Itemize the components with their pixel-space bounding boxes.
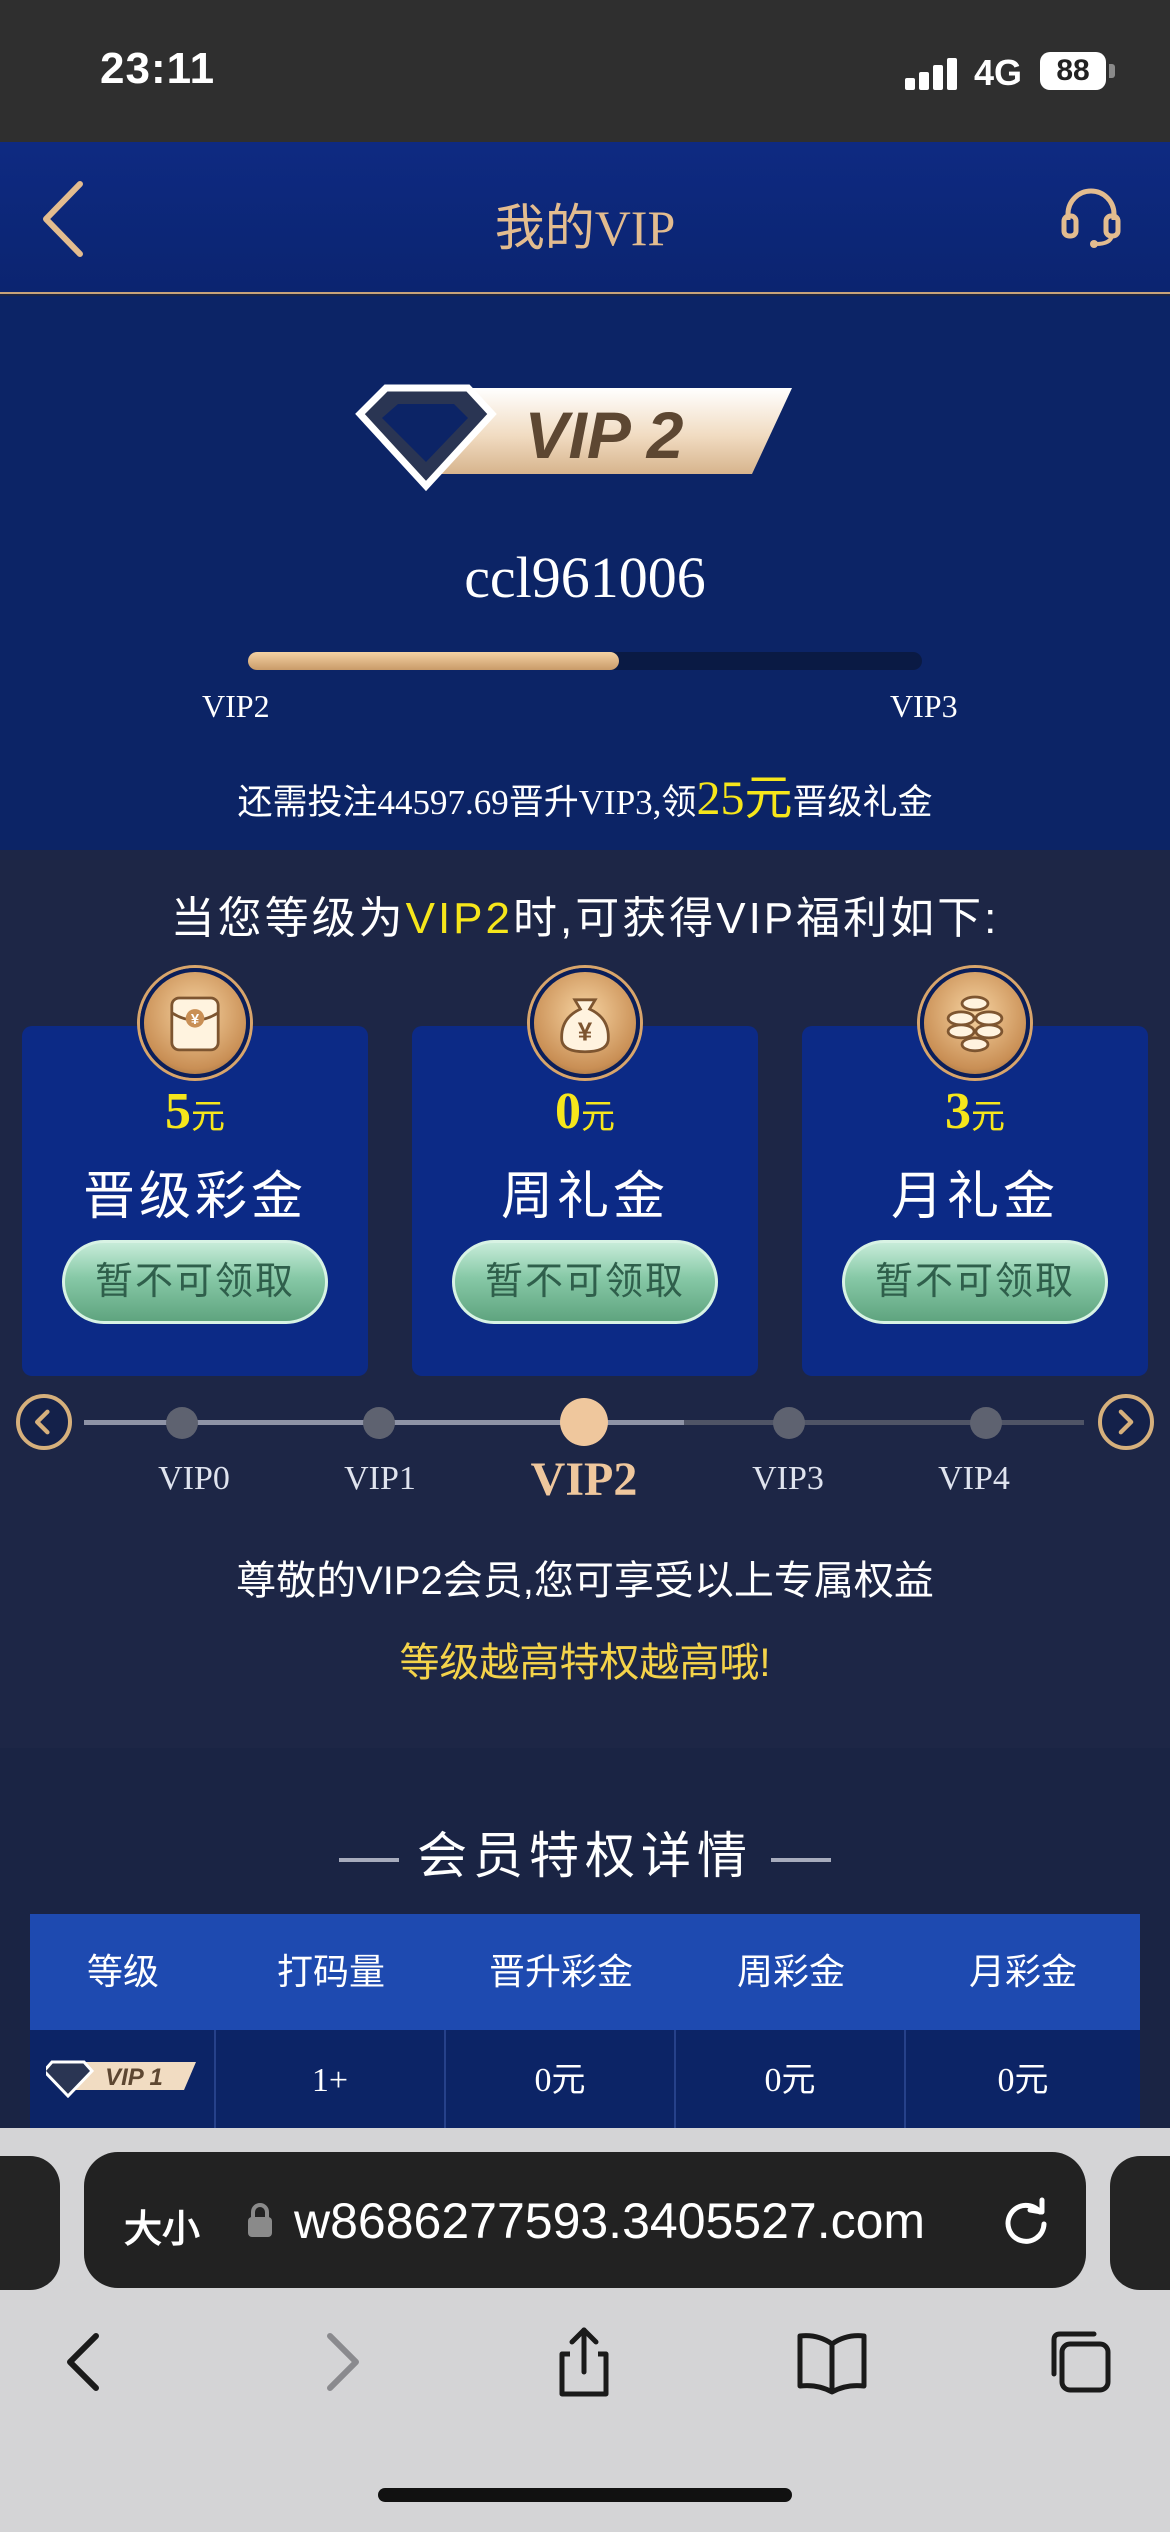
vip-badge-label: VIP 2 <box>525 398 684 472</box>
table-cell: 0元 <box>446 2030 676 2132</box>
lock-icon <box>248 2203 272 2237</box>
chevron-left-circle-icon[interactable] <box>16 1394 72 1450</box>
red-envelope-icon: ¥ <box>140 968 250 1078</box>
table-header: 等级 打码量 晋升彩金 周彩金 月彩金 <box>30 1914 1140 2030</box>
benefit-card-weekly: ¥ 0元 周礼金 暂不可领取 <box>412 968 758 1376</box>
svg-text:¥: ¥ <box>191 1012 200 1028</box>
column-header: 月彩金 <box>968 1951 1077 1992</box>
benefit-card-monthly: 3元 月礼金 暂不可领取 <box>802 968 1148 1376</box>
signal-icon <box>905 56 961 90</box>
column-header: 打码量 <box>276 1951 385 1992</box>
previous-tab[interactable] <box>0 2156 60 2290</box>
status-time: 23:11 <box>100 44 216 93</box>
upgrade-suffix: 晋级礼金 <box>792 783 933 822</box>
page-title: 我的VIP <box>494 200 676 256</box>
privilege-detail-title: 会员特权详情 <box>0 1816 1170 1888</box>
username: ccl961006 <box>464 545 706 610</box>
privilege-detail-title-text: 会员特权详情 <box>417 1828 753 1884</box>
coin-stack-icon <box>920 968 1030 1078</box>
title-dash-left <box>339 1857 399 1862</box>
upgrade-amount: 25元 <box>696 772 793 825</box>
money-bag-icon: ¥ <box>530 968 640 1078</box>
level-label-vip3[interactable]: VIP3 <box>708 1460 868 1498</box>
benefit-label: 周礼金 <box>500 1168 669 1226</box>
level-label-vip2[interactable]: VIP2 <box>504 1452 664 1507</box>
upgrade-requirement: 还需投注44597.69晋升VIP3,领25元晋级礼金 <box>0 758 1170 828</box>
table-cell: 1+ <box>216 2030 446 2132</box>
column-header: 等级 <box>86 1951 159 1992</box>
benefit-value: 5元 <box>22 1082 368 1141</box>
benefits-title-level: VIP2 <box>405 894 513 943</box>
network-type: 4G <box>974 52 1023 93</box>
next-level-label: VIP3 <box>890 688 958 724</box>
nav-header: 我的VIP <box>0 142 1170 294</box>
level-cell: VIP 1 <box>30 2030 216 2132</box>
share-icon[interactable] <box>544 2322 624 2402</box>
back-arrow-icon[interactable] <box>48 2322 128 2402</box>
chevron-right-circle-icon[interactable] <box>1098 1394 1154 1450</box>
benefit-value: 3元 <box>802 1082 1148 1141</box>
benefit-card-upgrade: ¥ 5元 晋级彩金 暂不可领取 <box>22 968 368 1376</box>
vip-progress-fill <box>248 652 619 670</box>
level-label-vip4[interactable]: VIP4 <box>894 1460 1054 1498</box>
title-dash-right <box>771 1857 831 1862</box>
vip-level-badge: VIP 2 <box>355 384 792 492</box>
text-size-button[interactable]: 大小 <box>124 2198 200 2253</box>
home-indicator <box>378 2488 792 2502</box>
member-privilege-text: 尊敬的VIP2会员,您可享受以上专属权益 <box>236 1559 934 1603</box>
address-bar[interactable]: 大小 w8686277593.3405527.com <box>84 2152 1086 2288</box>
claim-monthly-bonus-button[interactable]: 暂不可领取 <box>842 1240 1108 1324</box>
benefit-value-number: 0 <box>555 1083 581 1140</box>
claim-weekly-bonus-button[interactable]: 暂不可领取 <box>452 1240 718 1324</box>
motto-text: 等级越高特权越高哦! <box>399 1641 771 1685</box>
bookmarks-icon[interactable] <box>792 2322 872 2402</box>
upgrade-prefix: 还需投注44597.69晋升VIP3,领 <box>237 783 697 822</box>
level-label-vip0[interactable]: VIP0 <box>114 1460 274 1498</box>
level-dot[interactable] <box>166 1407 198 1439</box>
benefit-label: 月礼金 <box>890 1168 1059 1226</box>
benefit-value-number: 5 <box>165 1083 191 1140</box>
level-label-vip1[interactable]: VIP1 <box>300 1460 460 1498</box>
vip-hero: VIP 2 ccl961006 VIP2 VIP3 还需投注44597.69晋升… <box>0 296 1170 850</box>
claim-upgrade-bonus-button[interactable]: 暂不可领取 <box>62 1240 328 1324</box>
battery-icon: 88 <box>1040 52 1106 90</box>
level-dot[interactable] <box>363 1407 395 1439</box>
table-cell: 0元 <box>676 2030 906 2132</box>
benefit-value-number: 3 <box>945 1083 971 1140</box>
vip-row-badge: VIP 1 <box>46 2060 196 2098</box>
svg-text:¥: ¥ <box>578 1017 593 1047</box>
next-tab[interactable] <box>1110 2156 1170 2290</box>
level-dot[interactable] <box>773 1407 805 1439</box>
vip-progress-bar <box>248 652 922 670</box>
level-dot-active[interactable] <box>560 1398 608 1446</box>
reload-icon[interactable] <box>996 2190 1056 2250</box>
current-level-label: VIP2 <box>202 688 270 724</box>
benefit-value-unit: 元 <box>581 1099 615 1136</box>
level-track-remaining <box>684 1420 1084 1425</box>
battery-cap <box>1109 64 1115 78</box>
benefits-title-prefix: 当您等级为 <box>170 894 406 943</box>
privilege-detail-section: 会员特权详情 等级 打码量 晋升彩金 周彩金 月彩金 VIP 1 1+ 0元 0… <box>0 1748 1170 2132</box>
table-row: VIP 1 1+ 0元 0元 0元 <box>30 2030 1140 2132</box>
benefits-title-suffix: 时,可获得VIP福利如下: <box>513 894 1000 943</box>
benefit-label: 晋级彩金 <box>82 1168 307 1226</box>
level-dot[interactable] <box>970 1407 1002 1439</box>
tabs-icon[interactable] <box>1040 2322 1120 2402</box>
benefit-value-unit: 元 <box>191 1099 225 1136</box>
benefit-value-unit: 元 <box>971 1099 1005 1136</box>
status-bar: 23:11 4G 88 <box>0 0 1170 142</box>
url-text[interactable]: w8686277593.3405527.com <box>294 2192 974 2250</box>
table-cell: 0元 <box>997 2062 1049 2099</box>
forward-arrow-icon[interactable] <box>298 2322 378 2402</box>
benefits-title: 当您等级为VIP2时,可获得VIP福利如下: <box>0 882 1170 946</box>
headset-icon[interactable] <box>1056 182 1126 252</box>
column-header: 晋升彩金 <box>488 1951 633 1992</box>
vip-row-badge-label: VIP 1 <box>105 2064 163 2091</box>
column-header: 周彩金 <box>736 1951 845 1992</box>
benefit-value: 0元 <box>412 1082 758 1141</box>
